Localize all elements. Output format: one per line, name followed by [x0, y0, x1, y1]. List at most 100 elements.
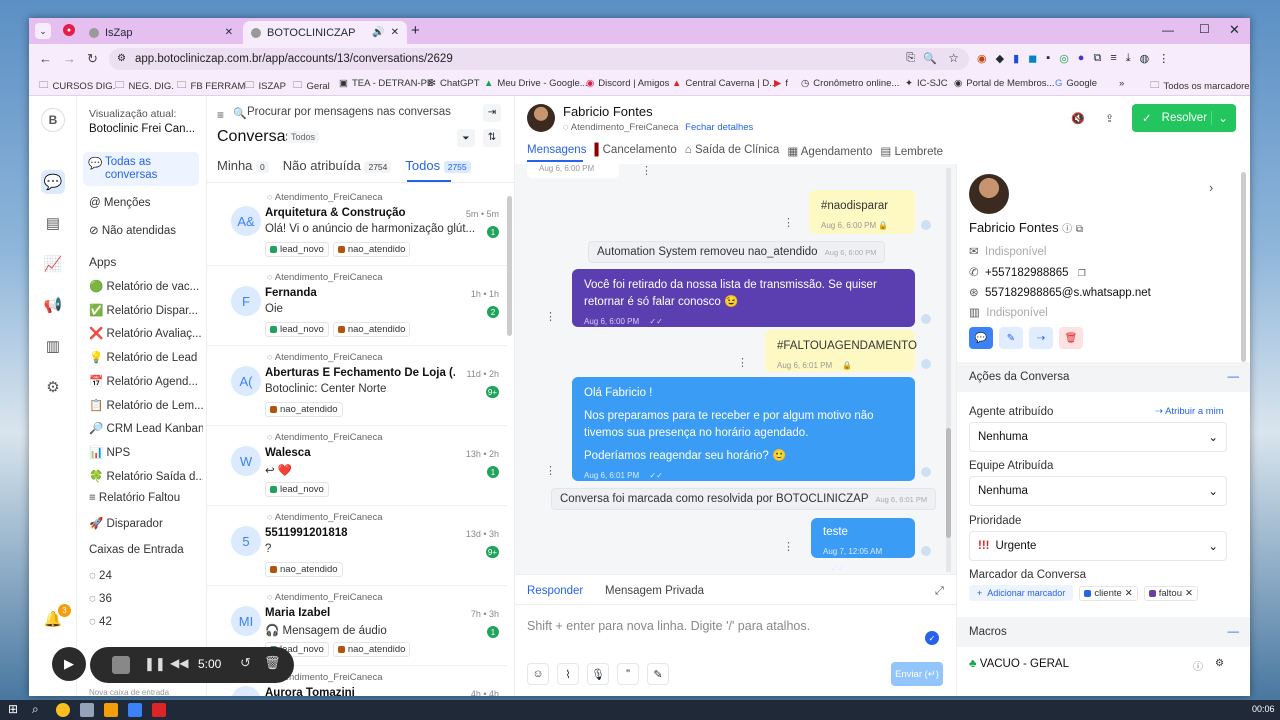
tab-clinic-exit[interactable]: ⌂ Saída de Clínica [685, 144, 780, 158]
extension-icon[interactable]: ▮ [1013, 52, 1019, 65]
bookmark-folder[interactable]: 🗀 NEG. DIG. [115, 78, 174, 94]
app-item[interactable]: 💡 Relatório de Lead [89, 350, 203, 364]
extension-icon[interactable]: ◎ [1059, 52, 1069, 65]
sort-icon[interactable]: ⇅ [483, 129, 501, 147]
camera-icon[interactable]: ▶ [52, 647, 86, 681]
copy-icon[interactable]: ❐ [1078, 268, 1086, 278]
resolve-button[interactable]: ✓ Resolver ⌄ [1132, 104, 1236, 132]
recording-tab-icon[interactable]: ● [63, 24, 75, 36]
app-icon[interactable] [80, 703, 94, 717]
bookmark-link[interactable]: ▣ TEA - DETRAN-PE [339, 78, 433, 89]
bookmark-link[interactable]: G Google [1055, 78, 1097, 89]
settings-icon[interactable]: ⚙ [41, 375, 65, 399]
chevron-down-icon[interactable]: ⌄ [1211, 111, 1228, 125]
message-menu-icon[interactable]: ⋮ [545, 310, 556, 323]
signature-icon[interactable]: ✎ [647, 663, 669, 685]
pause-icon[interactable]: ❚❚ [144, 656, 166, 672]
tab-close-icon[interactable]: ✕ [391, 27, 399, 38]
app-item[interactable]: 📋 Relatório de Lem... [89, 398, 203, 412]
bookmark-folder[interactable]: 🗀 CURSOS DIG. [39, 78, 115, 94]
message-menu-icon[interactable]: ⋮ [783, 540, 794, 553]
tab-all[interactable]: Todos 2755 [405, 158, 471, 173]
mute-icon[interactable]: 🔇 [1071, 112, 1085, 125]
bookmark-link[interactable]: ◉ Portal de Membros... [954, 78, 1054, 89]
contact-avatar[interactable] [527, 104, 555, 132]
nav-unattended[interactable]: ⊘ Não atendidas [89, 223, 203, 237]
macro-info-icon[interactable]: ⓘ [1193, 658, 1203, 673]
close-window-button[interactable]: ✕ [1229, 22, 1240, 38]
filter-icon[interactable]: ⏷ [457, 129, 475, 147]
powerpoint-icon[interactable] [152, 703, 166, 717]
status-filter-badge[interactable]: Todos [287, 131, 320, 143]
conversation-scrollbar[interactable] [507, 196, 512, 336]
rewind-icon[interactable]: ◀◀ [170, 656, 188, 670]
windows-start-icon[interactable]: ⊞ [8, 702, 18, 716]
external-link-icon[interactable]: ⧉ [1076, 224, 1083, 235]
search-options-icon[interactable]: ⇥ [483, 104, 501, 122]
inbox-item[interactable]: ◌ 42 [89, 616, 203, 628]
tab-cancellation[interactable]: ▌Cancelamento [594, 144, 676, 158]
app-item[interactable]: 📊 NPS [89, 445, 203, 459]
tab-search-icon[interactable]: ⌄ [35, 23, 51, 39]
send-button[interactable]: Enviar (↵) [891, 662, 943, 686]
bookmark-link[interactable]: ▲ Meu Drive - Google... [484, 78, 588, 89]
conversation-actions-header[interactable]: Ações da Conversa — [957, 362, 1250, 392]
bookmark-link[interactable]: ◉ Discord | Amigos [586, 78, 669, 89]
chevron-right-icon[interactable]: › [1209, 180, 1213, 195]
delete-icon[interactable]: 🗑 [1059, 327, 1083, 349]
info-icon[interactable]: ⓘ [1062, 224, 1072, 235]
maximize-button[interactable]: ☐ [1199, 22, 1210, 36]
emoji-icon[interactable]: ☺ [527, 663, 549, 685]
conversation-item[interactable]: W ◌ Atendimento_FreiCaneca Walesca ↩ ❤️ 13h … [207, 426, 507, 506]
bookmark-link[interactable]: ✻ ChatGPT [428, 78, 480, 89]
app-item[interactable]: ❌ Relatório Avaliaç... [89, 326, 203, 340]
macro-run-icon[interactable]: ⚙ [1215, 658, 1224, 669]
collapse-icon[interactable]: — [1228, 626, 1240, 638]
attachment-icon[interactable]: ⌇ [557, 663, 579, 685]
scrollbar-thumb[interactable] [946, 428, 951, 538]
microphone-icon[interactable]: 🎙 [587, 663, 609, 685]
new-tab-button[interactable]: + [411, 22, 420, 39]
message-menu-icon[interactable]: ⋮ [545, 464, 556, 477]
collapse-icon[interactable]: — [1228, 371, 1240, 383]
app-item[interactable]: 🚀 Disparador [89, 516, 203, 530]
check-circle-icon[interactable]: ✓ [925, 631, 939, 645]
macros-header[interactable]: Macros — [957, 617, 1250, 647]
bookmark-link[interactable]: ▲ Central Caverna | D... [672, 78, 777, 89]
quote-icon[interactable]: ” [617, 663, 639, 685]
priority-select[interactable]: !!! Urgente ⌄ [969, 531, 1227, 561]
assign-to-me-link[interactable]: ⇢ Atribuir a mim [1155, 406, 1224, 417]
media-icon[interactable]: ≡ [1110, 52, 1116, 65]
menu-icon[interactable]: ⋮ [1158, 52, 1169, 65]
details-scrollbar[interactable] [1241, 172, 1246, 362]
bookmark-link[interactable]: ▶ f [774, 78, 788, 89]
message-menu-icon[interactable]: ⋮ [783, 216, 794, 229]
app-item[interactable]: 🍀 Relatório Saída d... [89, 469, 203, 483]
add-label-button[interactable]: + Adicionar marcador [969, 585, 1074, 601]
conversation-item[interactable]: F ◌ Atendimento_FreiCaneca Fernanda Oie 1h •… [207, 266, 507, 346]
reports-icon[interactable]: 📈 [41, 252, 65, 276]
site-info-icon[interactable]: ⚙ [117, 53, 126, 64]
bookmark-folder[interactable]: 🗀 Geral [293, 78, 330, 94]
reload-icon[interactable]: ↻ [87, 51, 98, 67]
close-icon[interactable]: ✕ [1125, 588, 1133, 599]
search-icon[interactable]: ⌕ [32, 702, 39, 717]
nav-all-conversations[interactable]: 💬 Todas as conversas [83, 152, 199, 186]
message-scrollbar[interactable] [946, 168, 951, 572]
app-item[interactable]: 🔎 CRM Lead Kanban [89, 421, 203, 435]
contact-name[interactable]: Fabricio Fontes [563, 104, 653, 119]
conversation-item[interactable]: A& ◌ Atendimento_FreiCaneca Arquitetura & … [207, 186, 507, 266]
conversation-search-input[interactable]: Procurar por mensagens nas conversas [247, 106, 457, 118]
message-menu-icon[interactable]: ⋮ [737, 356, 748, 369]
library-icon[interactable]: ▥ [41, 334, 65, 358]
extension-icon[interactable]: ◉ [977, 52, 987, 65]
tab-iszap[interactable]: IsZap ✕ [81, 21, 241, 44]
trash-icon[interactable]: 🗑 [264, 655, 281, 671]
app-item[interactable]: ✅ Relatório Dispar... [89, 303, 203, 317]
campaigns-icon[interactable]: 📢 [41, 293, 65, 317]
app-item[interactable]: 🟢 Relatório de vac... [89, 279, 203, 293]
bookmark-star-icon[interactable]: ☆ [948, 51, 959, 65]
conversations-icon[interactable]: 💬 [41, 170, 65, 194]
new-message-icon[interactable]: 💬 [969, 327, 993, 349]
extension-icon[interactable]: ● [1078, 52, 1085, 65]
